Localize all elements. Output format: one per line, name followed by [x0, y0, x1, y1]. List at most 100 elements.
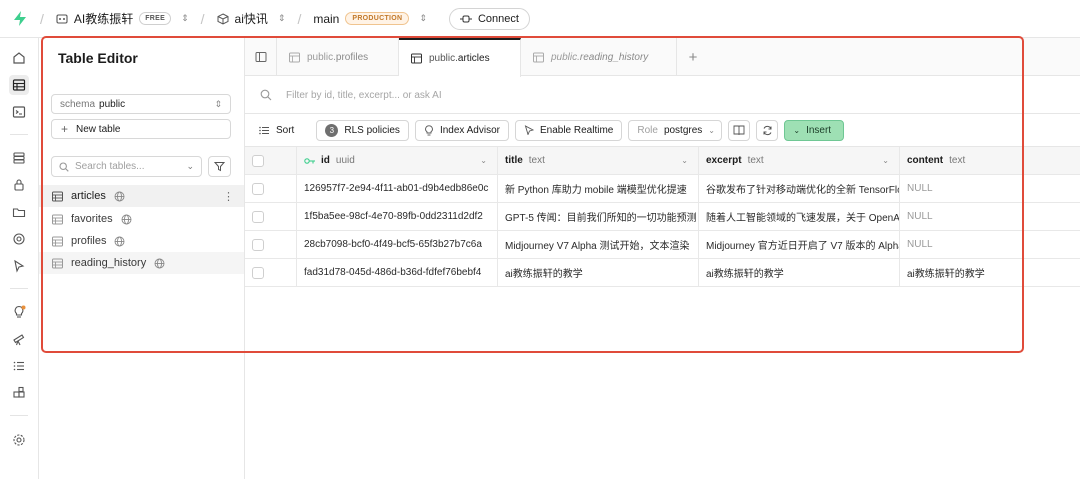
search-tables-input[interactable]: Search tables... ⌄: [51, 156, 202, 177]
cell-content[interactable]: ai教练振轩的教学: [900, 259, 1080, 286]
tab-articles[interactable]: public.articles: [399, 38, 521, 77]
table-name: favorites: [71, 213, 113, 225]
table-editor-icon[interactable]: [9, 75, 29, 95]
more-vertical-icon[interactable]: ⋮: [223, 190, 234, 203]
rls-policies-button[interactable]: 3 RLS policies: [316, 119, 409, 141]
schema-prefix: schema: [60, 98, 96, 110]
cell-id[interactable]: 126957f7-2e94-4f11-ab01-d9b4edb86e0c: [297, 175, 498, 202]
auth-lock-icon[interactable]: [9, 175, 29, 195]
chevron-down-icon[interactable]: ⌄: [681, 156, 688, 165]
filter-bar[interactable]: Filter by id, title, excerpt... or ask A…: [245, 77, 1080, 114]
chevron-down-icon[interactable]: ⌄: [480, 156, 487, 165]
index-advisor-button[interactable]: Index Advisor: [414, 119, 509, 141]
chevron-updown-icon: ⇕: [214, 98, 222, 109]
nav-rail: [0, 38, 39, 479]
sql-editor-icon[interactable]: [9, 102, 29, 122]
sort-button[interactable]: Sort: [257, 119, 303, 141]
chevron-down-icon[interactable]: ⌄: [882, 156, 889, 165]
table-row[interactable]: 1f5ba5ee-98cf-4e70-89fb-0dd2311d2df2 GPT…: [245, 203, 1080, 231]
supabase-logo-icon[interactable]: [12, 11, 28, 27]
chevron-updown-icon: ⇕: [181, 13, 189, 23]
tab-profiles[interactable]: public.profiles: [277, 38, 399, 76]
column-header-excerpt[interactable]: excerpt text ⌄: [699, 147, 900, 174]
sidebar-table-reading-history[interactable]: reading_history: [39, 252, 244, 274]
table-row[interactable]: fad31d78-045d-486d-b36d-fdfef76bebf4 ai教…: [245, 259, 1080, 287]
cell-id[interactable]: fad31d78-045d-486d-b36d-fdfef76bebf4: [297, 259, 498, 286]
funnel-icon: [214, 162, 225, 172]
table-row[interactable]: 28cb7098-bcf0-4f49-bcf5-65f3b27b7c6a Mid…: [245, 231, 1080, 259]
rls-label: RLS policies: [344, 124, 400, 136]
row-checkbox[interactable]: [252, 182, 264, 195]
storage-folder-icon[interactable]: [9, 202, 29, 222]
row-checkbox[interactable]: [252, 238, 264, 251]
row-checkbox[interactable]: [252, 210, 264, 223]
sidebar-panel-icon: [255, 52, 266, 62]
new-table-button[interactable]: + New table: [51, 119, 231, 139]
branch-switcher[interactable]: main PRODUCTION ⇕: [313, 12, 427, 26]
realtime-cursor-icon[interactable]: [9, 256, 29, 276]
cell-title[interactable]: 新 Python 库助力 mobile 端模型优化提速: [498, 175, 699, 202]
table-icon: [411, 53, 422, 64]
home-icon[interactable]: [9, 48, 29, 68]
column-name: title: [505, 155, 523, 166]
telescope-icon[interactable]: [9, 329, 29, 349]
cell-id[interactable]: 1f5ba5ee-98cf-4e70-89fb-0dd2311d2df2: [297, 203, 498, 230]
connect-label: Connect: [477, 12, 519, 25]
grid-header-row: id uuid ⌄ title text ⌄ excerpt text ⌄ co…: [245, 147, 1080, 175]
row-checkbox-cell[interactable]: [245, 259, 297, 286]
select-all-checkbox[interactable]: [252, 154, 264, 167]
chevrons-down-icon[interactable]: ⌄: [186, 161, 194, 172]
row-checkbox-cell[interactable]: [245, 203, 297, 230]
tab-schema: public.: [307, 51, 336, 63]
settings-gear-icon[interactable]: [9, 430, 29, 450]
refresh-button[interactable]: [756, 119, 779, 141]
edge-functions-icon[interactable]: [9, 229, 29, 249]
enable-realtime-button[interactable]: Enable Realtime: [514, 119, 623, 141]
select-all-checkbox-cell[interactable]: [245, 147, 297, 174]
cell-id[interactable]: 28cb7098-bcf0-4f49-bcf5-65f3b27b7c6a: [297, 231, 498, 258]
connect-button[interactable]: Connect: [448, 7, 530, 30]
grid-toolbar: Sort 3 RLS policies Index Advisor Enable…: [245, 114, 1080, 147]
role-key: Role: [637, 124, 658, 136]
sidebar-table-articles[interactable]: articles ⋮: [39, 185, 244, 207]
cell-excerpt[interactable]: Midjourney 官方近日开启了 V7 版本的 Alpha: [699, 231, 900, 258]
tab-reading-history[interactable]: public.reading_history: [521, 38, 677, 76]
cell-content[interactable]: NULL: [900, 231, 1080, 258]
toggle-sidebar-button[interactable]: [245, 38, 277, 76]
row-checkbox-cell[interactable]: [245, 231, 297, 258]
cell-excerpt[interactable]: ai教练振轩的教学: [699, 259, 900, 286]
integrations-icon[interactable]: [9, 383, 29, 403]
column-name: id: [321, 155, 330, 166]
row-checkbox[interactable]: [252, 266, 264, 279]
insert-button[interactable]: ⌄ Insert: [784, 119, 845, 141]
cell-content[interactable]: NULL: [900, 203, 1080, 230]
column-name: content: [907, 155, 944, 166]
column-header-title[interactable]: title text ⌄: [498, 147, 699, 174]
org-switcher[interactable]: AI教练振轩 FREE ⇕: [56, 10, 189, 27]
database-icon[interactable]: [9, 148, 29, 168]
project-switcher[interactable]: ai快讯 ⇕: [217, 10, 285, 27]
logs-list-icon[interactable]: [9, 356, 29, 376]
book-icon: [733, 125, 745, 135]
table-row[interactable]: 126957f7-2e94-4f11-ab01-d9b4edb86e0c 新 P…: [245, 175, 1080, 203]
sidebar-table-favorites[interactable]: favorites: [39, 208, 244, 230]
filter-tables-button[interactable]: [208, 156, 231, 177]
column-name: excerpt: [706, 155, 742, 166]
table-icon: [52, 191, 63, 201]
schema-select[interactable]: schema public ⇕: [51, 94, 231, 114]
advisors-lightbulb-icon[interactable]: [9, 302, 29, 322]
role-select[interactable]: Role postgres ⌄: [628, 119, 723, 141]
sidebar-table-profiles[interactable]: profiles: [39, 230, 244, 252]
docs-book-button[interactable]: [728, 119, 751, 141]
row-checkbox-cell[interactable]: [245, 175, 297, 202]
add-tab-plus-icon[interactable]: +: [677, 38, 709, 76]
cell-title[interactable]: ai教练振轩的教学: [498, 259, 699, 286]
column-header-content[interactable]: content text: [900, 147, 1080, 174]
cell-excerpt[interactable]: 随着人工智能领域的飞速发展，关于 OpenAI: [699, 203, 900, 230]
cell-title[interactable]: GPT-5 传闻：目前我们所知的一切功能预测: [498, 203, 699, 230]
cell-excerpt[interactable]: 谷歌发布了针对移动端优化的全新 TensorFlow: [699, 175, 900, 202]
cell-content[interactable]: NULL: [900, 175, 1080, 202]
cell-title[interactable]: Midjourney V7 Alpha 测试开始，文本渲染: [498, 231, 699, 258]
branch-name: main: [313, 11, 340, 26]
column-header-id[interactable]: id uuid ⌄: [297, 147, 498, 174]
